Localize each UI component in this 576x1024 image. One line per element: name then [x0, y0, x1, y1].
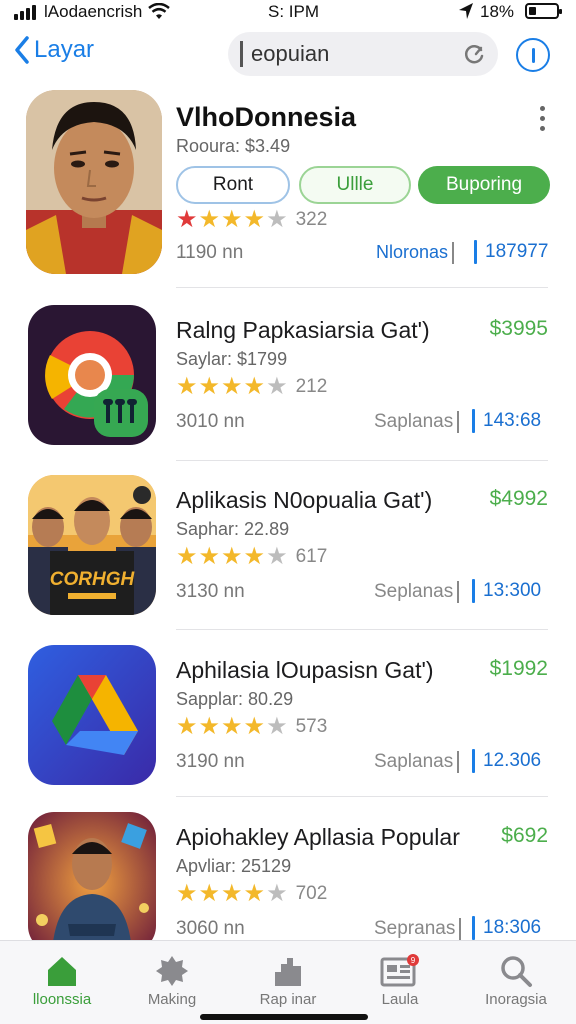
app-icon-chrome [28, 305, 156, 445]
tab-label: Laula [381, 991, 419, 1008]
info-icon [531, 47, 535, 63]
battery-icon [525, 3, 562, 19]
tab-label: Inoragsia [485, 991, 547, 1008]
divider [176, 796, 548, 797]
app-meta-right: 12.306 [472, 749, 541, 773]
app-title: Ralng Papkasiarsia Gat') [176, 317, 430, 343]
tab-rap-inar[interactable]: Rap inar [238, 951, 338, 1008]
app-meta-right: 13:300 [472, 579, 541, 603]
more-options-icon[interactable] [540, 106, 545, 131]
app-title: Aplikasis N0opualia Gat') [176, 487, 433, 513]
search-input[interactable] [251, 41, 441, 67]
star-rating-icon: ★ ★ ★ ★ ★ [176, 713, 288, 740]
tab-home[interactable]: lloonssia [12, 951, 112, 1008]
svg-text:9: 9 [411, 956, 416, 965]
app-subtitle: Apvliar: 25129 [176, 856, 292, 876]
news-icon: 9 [350, 951, 450, 991]
app-price: $1992 [489, 657, 548, 680]
divider [176, 460, 548, 461]
rating-count: 573 [295, 716, 328, 737]
featured-button-2[interactable]: Ullle [299, 166, 411, 204]
signal-icon [14, 5, 36, 20]
tab-label: Rap inar [259, 991, 317, 1008]
app-meta-mid: Seplanas [374, 581, 460, 603]
app-rating: ★ ★ ★ ★ ★ 212 [176, 375, 327, 399]
app-subtitle: Saylar: $1799 [176, 349, 288, 369]
location-arrow-icon [458, 2, 474, 25]
star-rating-icon: ★ ★ ★ ★ ★ [176, 880, 288, 907]
app-rating: ★ ★ ★ ★ ★ 573 [176, 715, 327, 739]
app-icon-drive [28, 645, 156, 785]
chevron-left-icon [15, 36, 29, 64]
tab-making[interactable]: Making [122, 951, 222, 1008]
list-item[interactable]: CORHGH Aplikasis N0opualia Gat') $4992 S… [0, 475, 576, 641]
featured-subtitle: Rooura: $3.49 [176, 136, 291, 156]
app-price: $4992 [489, 487, 548, 510]
tab-bar: lloonssia Making Rap inar 9 Laula Inorag… [0, 940, 576, 1024]
tab-search[interactable]: Inoragsia [466, 951, 566, 1008]
app-icon-game-poster [28, 812, 156, 952]
divider [176, 629, 548, 630]
rating-count: 322 [295, 209, 328, 230]
app-meta-right: 18:306 [472, 916, 541, 940]
info-button[interactable] [516, 38, 550, 72]
star-rating-icon: ★ ★ ★ ★ ★ [176, 206, 288, 233]
featured-button-3[interactable]: Buporing [418, 166, 550, 204]
gear-badge-icon [122, 951, 222, 991]
app-subtitle: Saphar: 22.89 [176, 519, 290, 539]
rating-count: 702 [295, 883, 328, 904]
app-price: $692 [501, 824, 548, 847]
rating-count: 617 [295, 546, 328, 567]
list-item[interactable]: Ralng Papkasiarsia Gat') $3995 Saylar: $… [0, 305, 576, 471]
app-meta-left: 3060 nn [176, 918, 245, 939]
app-title: Apiohakley Apllasia Popular [176, 824, 460, 850]
list-item[interactable]: Aphilasia lOupasisn Gat') $1992 Sapplar:… [0, 645, 576, 811]
search-bar[interactable] [228, 32, 498, 76]
rating-count: 212 [295, 376, 328, 397]
building-icon [238, 951, 338, 991]
featured-meta-left: 1190 nn [176, 242, 244, 263]
featured-avatar [26, 90, 162, 274]
divider [176, 287, 548, 288]
home-indicator [200, 1014, 368, 1020]
star-rating-icon: ★ ★ ★ ★ ★ [176, 373, 288, 400]
app-meta-mid: Sepranas [374, 918, 462, 940]
app-title: Aphilasia lOupasisn Gat') [176, 657, 434, 683]
app-rating: ★ ★ ★ ★ ★ 702 [176, 882, 327, 906]
clock: S: IPM [268, 2, 320, 21]
app-meta-mid: Saplanas [374, 751, 460, 773]
svg-text:CORHGH: CORHGH [50, 569, 136, 590]
back-label: Layar [34, 36, 95, 63]
wifi-icon [148, 2, 170, 26]
back-button[interactable]: Layar [14, 36, 94, 64]
status-bar: lAodaencrish S: IPM 18% [0, 0, 576, 26]
app-icon-group-poster: CORHGH [28, 475, 156, 615]
app-meta-left: 3130 nn [176, 581, 245, 602]
nav-bar: Layar [0, 30, 576, 80]
carrier-name: lAodaencrish [44, 2, 143, 21]
featured-app[interactable]: VlhoDonnesia Rooura: $3.49 Ront Ullle Bu… [0, 86, 576, 286]
app-rating: ★ ★ ★ ★ ★ 617 [176, 545, 327, 569]
app-meta-left: 3010 nn [176, 411, 245, 432]
text-cursor [240, 41, 243, 67]
app-price: $3995 [489, 317, 548, 340]
app-meta-left: 3190 nn [176, 751, 245, 772]
tab-label: Making [147, 991, 197, 1008]
featured-rating: ★ ★ ★ ★ ★ 322 [176, 208, 327, 232]
featured-meta-right: 187977 [474, 240, 548, 264]
search-icon [466, 951, 566, 991]
app-meta-mid: Saplanas [374, 411, 460, 433]
star-rating-icon: ★ ★ ★ ★ ★ [176, 543, 288, 570]
tab-label: lloonssia [32, 991, 92, 1008]
app-meta-right: 143:68 [472, 409, 541, 433]
featured-meta-mid: Nloronas [376, 242, 455, 265]
refresh-icon[interactable] [462, 42, 486, 71]
home-icon [12, 951, 112, 991]
app-subtitle: Sapplar: 80.29 [176, 689, 294, 709]
tab-laula[interactable]: 9 Laula [350, 951, 450, 1008]
featured-title: VlhoDonnesia [176, 102, 357, 132]
featured-button-1[interactable]: Ront [176, 166, 290, 204]
battery-percent: 18% [480, 2, 515, 21]
